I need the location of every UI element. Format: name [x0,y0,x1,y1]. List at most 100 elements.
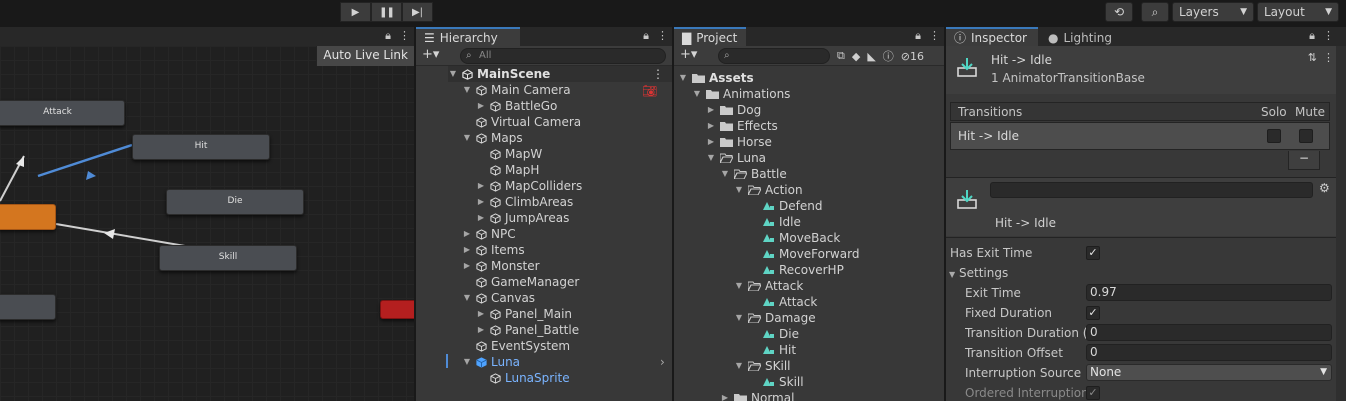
transition-skill[interactable] [55,223,186,247]
create-dropdown-button[interactable]: +▾ [680,47,697,62]
chevron-down-icon[interactable]: ▼ [462,290,472,306]
chevron-right-icon[interactable]: ▶ [476,178,486,194]
transition-name-field[interactable] [990,182,1313,198]
interruption-source-dropdown[interactable]: None ▼ [1086,364,1332,381]
project-item[interactable]: Attack [748,294,817,310]
fixed-duration-checkbox[interactable]: ✓ [1086,306,1100,320]
chevron-down-icon[interactable]: ▼ [734,310,744,326]
chevron-down-icon[interactable]: ▼ [462,82,472,98]
chevron-right-icon[interactable]: ▶ [476,306,486,322]
project-item[interactable]: ▼ Battle [720,166,787,182]
chevron-right-icon[interactable]: ▶ [720,390,730,401]
chevron-right-icon[interactable]: ▶ [476,194,486,210]
project-item[interactable]: Hit [748,342,796,358]
hierarchy-item[interactable]: ▶ JumpAreas [476,210,569,226]
chevron-down-icon[interactable]: ▼ [720,166,730,182]
hidden-packages-icon[interactable]: ⊘16 [901,50,924,63]
hierarchy-item[interactable]: MapH [476,162,539,178]
layers-dropdown[interactable]: Layers ▼ [1172,2,1254,22]
more-menu-icon[interactable]: ⋮ [1323,29,1334,43]
hierarchy-item[interactable]: ▶ Monster [462,258,540,274]
gear-icon[interactable]: ⚙ [1319,181,1330,195]
create-dropdown-button[interactable]: +▾ [422,47,439,62]
chevron-right-icon[interactable]: ▶ [462,258,472,274]
search-button[interactable]: ⌕ [1141,2,1169,22]
animator-graph[interactable]: Attack Hit Die Skill Auto Live Link [0,46,414,401]
auto-live-link-button[interactable]: Auto Live Link [316,46,414,66]
chevron-right-icon[interactable]: ▶ [706,118,716,134]
ordered-interruption-checkbox[interactable]: ✓ [1086,386,1100,400]
chevron-right-icon[interactable]: ▶ [476,210,486,226]
transition-offset-field[interactable]: 0 [1086,344,1332,361]
chevron-down-icon[interactable]: ▼ [734,358,744,374]
project-item[interactable]: MoveForward [748,246,859,262]
chevron-right-icon[interactable]: ▶ [462,226,472,242]
play-button[interactable]: ▶ [340,2,371,22]
hierarchy-item[interactable]: ▼ Maps [462,130,523,146]
transition-duration-field[interactable]: 0 [1086,324,1332,341]
default-state-node[interactable] [0,204,56,230]
exit-time-field[interactable]: 0.97 [1086,284,1332,301]
preset-icon[interactable]: ⇅ [1308,51,1317,64]
project-item[interactable]: ▶ Horse [706,134,772,150]
step-button[interactable]: ▶| [402,2,433,22]
hierarchy-item[interactable]: ▶ ClimbAreas [476,194,573,210]
project-item[interactable]: ▼ Damage [734,310,816,326]
hierarchy-item[interactable]: ▼ Luna [462,354,520,370]
project-item[interactable]: ▶ Normal [720,390,794,401]
lock-icon[interactable]: 🔒︎ [643,29,649,43]
hierarchy-item[interactable]: ▼ Canvas [462,290,535,306]
lock-icon[interactable]: 🔒︎ [1309,29,1315,43]
hierarchy-item[interactable]: ▶ BattleGo [476,98,557,114]
hierarchy-item[interactable]: LunaSprite [476,370,570,386]
project-item[interactable]: ▼ Attack [734,278,803,294]
project-item[interactable]: Defend [748,198,822,214]
transition-list-row[interactable]: Hit -> Idle [950,122,1330,150]
tag-icon[interactable]: ◣ [867,50,875,63]
project-item[interactable]: ▼ Assets [678,70,754,86]
more-menu-icon[interactable]: ⋮ [652,66,664,82]
project-item[interactable]: ▼ Animations [692,86,791,102]
transition-entry-hit[interactable] [37,143,133,178]
hierarchy-item[interactable]: ▶ Items [462,242,525,258]
hierarchy-search-input[interactable]: ⌕ All [460,48,666,64]
hierarchy-item[interactable]: ▶ MapColliders [476,178,582,194]
chevron-down-icon[interactable]: ▼ [462,354,472,370]
project-item[interactable]: MoveBack [748,230,840,246]
chevron-down-icon[interactable]: ▼ [678,70,688,86]
mute-checkbox[interactable] [1299,129,1313,143]
state-node-skill[interactable]: Skill [159,245,297,271]
lock-icon[interactable]: 🔒︎ [915,29,921,43]
project-item[interactable]: ▼ SKill [734,358,791,374]
chevron-right-icon[interactable]: ▶ [476,98,486,114]
state-node-hit[interactable]: Hit [132,134,270,160]
more-menu-icon[interactable]: ⋮ [929,29,940,43]
hierarchy-item[interactable]: ▶ NPC [462,226,516,242]
hierarchy-item[interactable]: ▼ Main Camera [462,82,571,98]
state-node[interactable] [0,294,56,320]
hierarchy-item[interactable]: ▶ Panel_Battle [476,322,579,338]
more-menu-icon[interactable]: ⋮ [657,29,668,43]
project-item[interactable]: ▼ Action [734,182,803,198]
project-item[interactable]: ▶ Effects [706,118,778,134]
scene-row[interactable]: ▼ MainScene ⋮ [448,66,672,82]
chevron-right-icon[interactable]: ▶ [476,322,486,338]
tab-lighting[interactable]: ● Lighting [1040,27,1114,46]
history-button[interactable]: ⟲ [1105,2,1133,22]
inspector-scrollbar[interactable] [1336,46,1346,401]
layout-dropdown[interactable]: Layout ▼ [1257,2,1339,22]
chevron-right-icon[interactable]: ▶ [706,102,716,118]
solo-checkbox[interactable] [1267,129,1281,143]
settings-foldout[interactable]: ▼ Settings [949,264,1008,282]
has-exit-time-checkbox[interactable]: ✓ [1086,246,1100,260]
hierarchy-item[interactable]: EventSystem [462,338,570,354]
chevron-down-icon[interactable]: ▼ [734,182,744,198]
search-by-type-icon[interactable]: ⧉ [837,49,845,63]
remove-transition-button[interactable]: − [1288,151,1320,170]
project-item[interactable]: Skill [748,374,804,390]
project-item[interactable]: RecoverHP [748,262,844,278]
more-menu-icon[interactable]: ⋮ [399,29,410,43]
chevron-down-icon[interactable]: ▼ [692,86,702,102]
warning-icon[interactable]: ⓘ [883,48,894,64]
project-item[interactable]: Die [748,326,799,342]
